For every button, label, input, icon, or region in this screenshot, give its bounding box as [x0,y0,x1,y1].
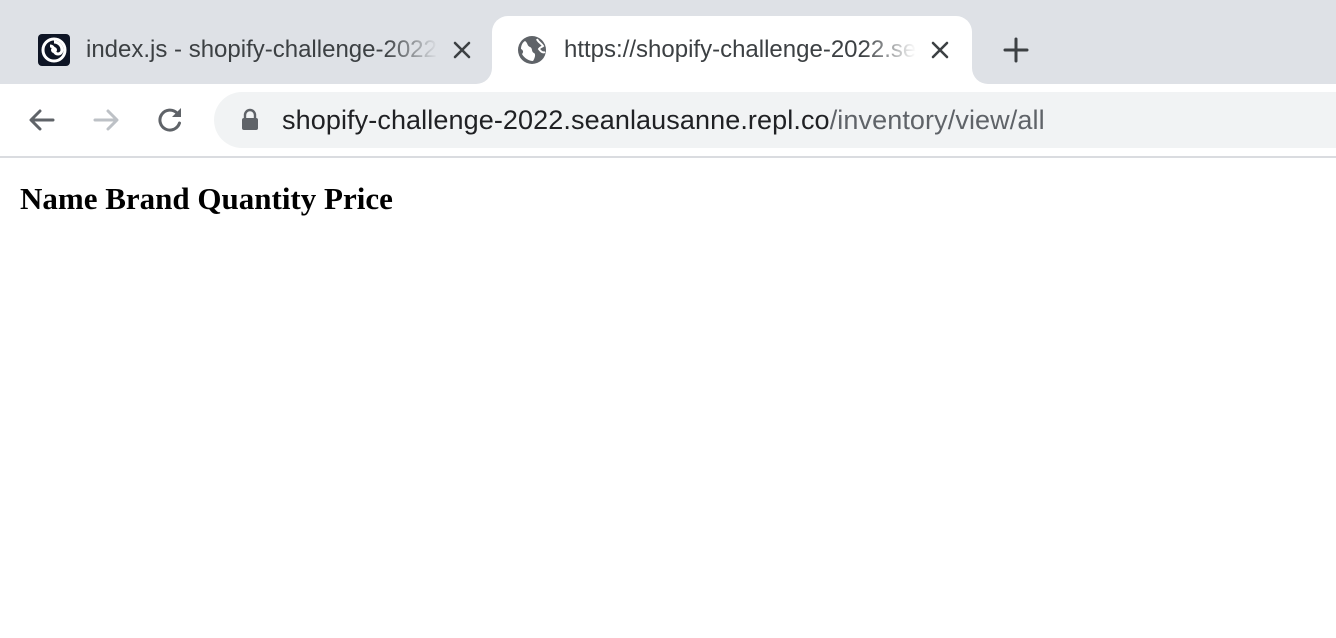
address-bar[interactable]: shopify-challenge-2022.seanlausanne.repl… [214,92,1336,148]
new-tab-plus-icon[interactable] [1000,34,1032,66]
tab-replit-editor[interactable]: index.js - shopify-challenge-2022 - Repl… [14,16,490,84]
close-tab-icon[interactable] [450,38,474,62]
tab-title: index.js - shopify-challenge-2022 - Repl… [86,36,438,63]
forward-arrow-icon[interactable] [90,104,122,136]
tab-title: https://shopify-challenge-2022.seanlausa… [564,36,916,63]
url-text[interactable]: shopify-challenge-2022.seanlausanne.repl… [282,104,1045,136]
tab-inventory-page[interactable]: https://shopify-challenge-2022.seanlausa… [492,16,972,84]
inventory-table-header: Name Brand Quantity Price [20,180,393,218]
close-tab-icon[interactable] [928,38,952,62]
column-header-price: Price [324,181,393,216]
back-arrow-icon[interactable] [26,104,58,136]
globe-icon [516,34,548,66]
column-header-brand: Brand [105,181,190,216]
reload-icon[interactable] [154,104,186,136]
tab-strip: index.js - shopify-challenge-2022 - Repl… [0,0,1336,84]
lock-icon[interactable] [238,108,262,132]
column-header-quantity: Quantity [197,181,317,216]
page-content: Name Brand Quantity Price [0,158,1336,638]
column-header-name: Name [20,181,98,216]
url-path: /inventory/view/all [829,105,1045,135]
browser-window: index.js - shopify-challenge-2022 - Repl… [0,0,1336,638]
browser-toolbar: shopify-challenge-2022.seanlausanne.repl… [0,84,1336,158]
replit-logo-icon [38,34,70,66]
url-host: shopify-challenge-2022.seanlausanne.repl… [282,105,830,135]
